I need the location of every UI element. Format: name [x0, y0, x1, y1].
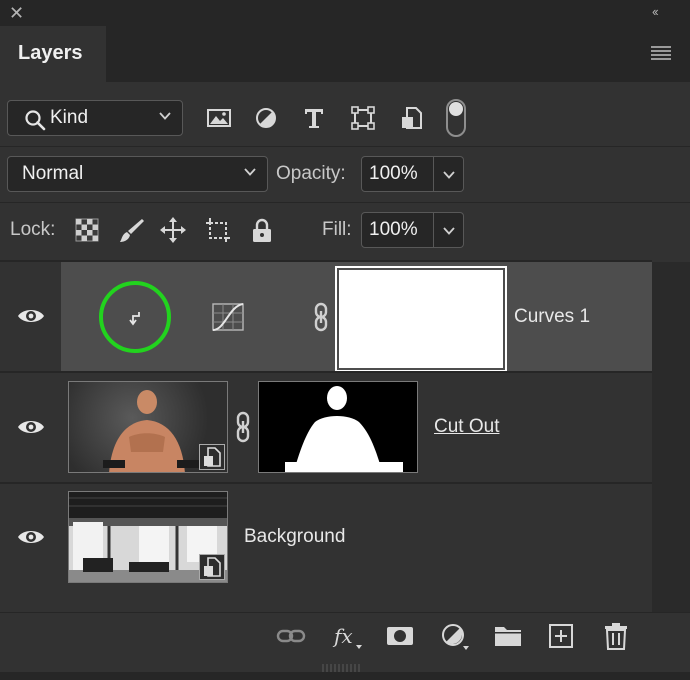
new-layer-icon[interactable] — [546, 621, 576, 651]
lock-position-move-icon[interactable] — [159, 216, 187, 244]
smart-object-filter-icon[interactable] — [398, 104, 426, 132]
collapse-panel-icon[interactable]: ‹‹ — [652, 4, 659, 19]
fill-input[interactable]: 100% — [361, 212, 434, 248]
layer-row-curves[interactable]: Curves 1 — [0, 262, 652, 371]
mask-link-icon[interactable] — [233, 411, 253, 443]
blend-mode-dropdown[interactable]: Normal — [7, 156, 268, 192]
layer-content[interactable]: Background — [61, 484, 652, 590]
chevron-down-icon — [443, 227, 455, 235]
delete-layer-trash-icon[interactable] — [601, 621, 631, 651]
eye-icon — [18, 531, 44, 543]
lock-label: Lock: — [10, 219, 56, 240]
visibility-toggle[interactable] — [0, 373, 60, 482]
opacity-input[interactable]: 100% — [361, 156, 434, 192]
layer-content[interactable]: Curves 1 — [61, 262, 652, 371]
shape-layer-filter-icon[interactable] — [349, 104, 377, 132]
tab-layers-label: Layers — [18, 42, 83, 64]
eye-icon — [18, 421, 44, 433]
layer-row-background[interactable]: Background — [0, 484, 652, 590]
layer-row-cut-out[interactable]: Cut Out — [0, 373, 652, 482]
layer-thumbnail[interactable] — [68, 491, 228, 583]
layer-thumbnail[interactable] — [68, 381, 228, 473]
smart-object-badge-icon — [199, 444, 225, 470]
layer-name[interactable]: Background — [244, 526, 345, 548]
fill-label: Fill: — [322, 219, 352, 240]
divider — [0, 202, 690, 203]
chevron-down-icon — [443, 171, 455, 179]
chevron-down-icon — [244, 168, 256, 176]
pixel-layer-filter-icon[interactable] — [205, 104, 233, 132]
new-group-folder-icon[interactable] — [493, 621, 523, 651]
opacity-dropdown-button[interactable] — [434, 156, 464, 192]
filter-kind-label: Kind — [50, 107, 89, 128]
cutout-silhouette-mask — [285, 386, 403, 472]
layer-name[interactable]: Cut Out — [434, 416, 499, 438]
layer-name[interactable]: Curves 1 — [514, 306, 590, 328]
visibility-toggle[interactable] — [0, 262, 60, 371]
visibility-toggle[interactable] — [0, 484, 60, 590]
mask-link-icon[interactable] — [311, 302, 331, 332]
svg-text:fx: fx — [332, 624, 353, 648]
blend-mode-label: Normal — [22, 163, 84, 184]
divider — [0, 146, 690, 147]
lock-all-icon[interactable] — [248, 216, 276, 244]
lock-image-pixels-brush-icon[interactable] — [118, 216, 146, 244]
lock-artboard-icon[interactable] — [204, 216, 232, 244]
curves-adjustment-icon — [212, 303, 244, 331]
link-layers-icon[interactable] — [276, 621, 306, 651]
layers-scrollbar-gutter[interactable] — [652, 262, 690, 612]
panel-bottom-edge — [0, 672, 690, 680]
adjustment-layer-filter-icon[interactable] — [252, 104, 280, 132]
filter-kind-dropdown[interactable]: Kind — [7, 100, 183, 136]
add-layer-mask-icon[interactable] — [385, 621, 415, 651]
type-layer-filter-icon[interactable] — [300, 104, 328, 132]
layer-content[interactable]: Cut Out — [61, 373, 652, 482]
tab-layers[interactable]: Layers — [0, 26, 106, 82]
panel-menu-icon[interactable] — [651, 46, 671, 60]
layer-mask-thumbnail[interactable] — [337, 268, 505, 370]
chevron-down-icon — [159, 112, 171, 120]
opacity-label: Opacity: — [276, 163, 346, 184]
fill-dropdown-button[interactable] — [434, 212, 464, 248]
filter-toggle-switch[interactable] — [446, 99, 466, 137]
search-icon — [25, 110, 46, 131]
new-fill-adjustment-layer-icon[interactable] — [440, 621, 470, 651]
close-panel-icon[interactable]: ✕ — [9, 3, 24, 23]
smart-object-badge-icon — [199, 554, 225, 580]
panel-resize-grip[interactable] — [321, 664, 361, 672]
add-layer-style-fx-icon[interactable]: fx — [332, 621, 362, 651]
panel-title-bar — [0, 0, 690, 26]
clipping-arrow-icon — [129, 312, 140, 326]
layer-mask-thumbnail[interactable] — [258, 381, 418, 473]
eye-icon — [18, 310, 44, 322]
lock-transparent-pixels-icon[interactable] — [73, 216, 101, 244]
